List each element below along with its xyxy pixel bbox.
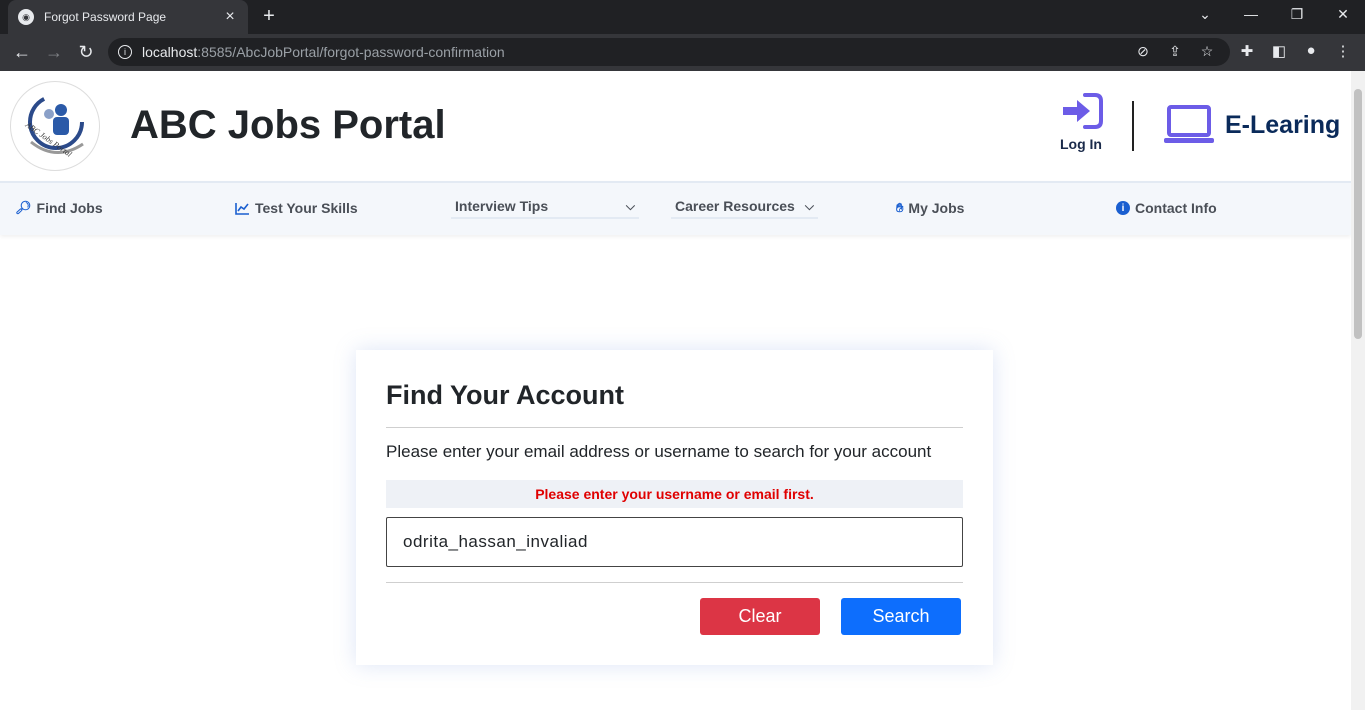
login-button[interactable]: Log In bbox=[1058, 93, 1104, 152]
extensions-icon[interactable]: ✚ bbox=[1237, 42, 1257, 60]
new-tab-icon[interactable]: + bbox=[258, 6, 280, 26]
site-info-icon[interactable]: i bbox=[118, 45, 132, 59]
close-window-icon[interactable]: ✕ bbox=[1333, 6, 1353, 23]
nav-my-jobs[interactable]: ✋︎ My Jobs bbox=[896, 200, 964, 216]
site-title: ABC Jobs Portal bbox=[130, 103, 446, 147]
address-bar[interactable]: i localhost:8585/AbcJobPortal/forgot-pas… bbox=[108, 38, 1230, 66]
nav-find-jobs-label: Find Jobs bbox=[36, 200, 103, 216]
restore-icon[interactable]: ❐ bbox=[1287, 6, 1307, 23]
menu-kebab-icon[interactable]: ⋮ bbox=[1333, 42, 1353, 60]
page-viewport: ABC Jobs Portal ABC Jobs Portal Log In E… bbox=[0, 71, 1351, 710]
nav-find-jobs[interactable]: 🔎︎ Find Jobs bbox=[15, 200, 103, 216]
error-message-box: Please enter your username or email firs… bbox=[386, 480, 963, 508]
card-description: Please enter your email address or usern… bbox=[386, 442, 932, 461]
chevron-down-icon: ⌵ bbox=[625, 198, 635, 213]
career-resources-dropdown[interactable]: Career Resources ⌵ bbox=[671, 195, 818, 219]
search-icon: 🔎︎ bbox=[15, 200, 32, 215]
login-label: Log In bbox=[1060, 136, 1102, 152]
handshake-icon: ✋︎ bbox=[896, 200, 904, 215]
find-account-card: Find Your Account Please enter your emai… bbox=[356, 350, 993, 665]
eye-off-icon[interactable]: ⊘ bbox=[1134, 43, 1152, 60]
back-icon[interactable]: ← bbox=[12, 42, 32, 62]
page-scrollbar[interactable] bbox=[1351, 71, 1365, 710]
laptop-icon[interactable] bbox=[1163, 105, 1215, 145]
nav-my-jobs-label: My Jobs bbox=[908, 200, 965, 216]
chart-line-icon bbox=[235, 202, 249, 215]
browser-tabbar: ◉ Forgot Password Page × + ⌄ — ❐ ✕ bbox=[0, 0, 1365, 34]
url-path: :8585/AbcJobPortal/forgot-password-confi… bbox=[197, 44, 505, 60]
clear-button[interactable]: Clear bbox=[700, 598, 820, 635]
card-divider-bottom bbox=[386, 582, 963, 583]
site-header: ABC Jobs Portal ABC Jobs Portal Log In E… bbox=[0, 71, 1351, 181]
nav-test-skills-label: Test Your Skills bbox=[255, 200, 358, 216]
username-email-input[interactable] bbox=[386, 517, 963, 567]
side-panel-icon[interactable]: ◧ bbox=[1269, 42, 1289, 60]
error-message: Please enter your username or email firs… bbox=[535, 486, 814, 502]
card-title: Find Your Account bbox=[386, 380, 624, 410]
browser-tab[interactable]: ◉ Forgot Password Page × bbox=[8, 0, 248, 34]
reload-icon[interactable]: ↻ bbox=[76, 42, 96, 62]
tab-search-icon[interactable]: ⌄ bbox=[1195, 6, 1215, 23]
profile-icon[interactable]: ● bbox=[1301, 42, 1321, 59]
interview-tips-dropdown[interactable]: Interview Tips ⌵ bbox=[451, 195, 639, 219]
browser-toolbar: ← → ↻ i localhost:8585/AbcJobPortal/forg… bbox=[0, 34, 1365, 71]
bookmark-star-icon[interactable]: ☆ bbox=[1198, 43, 1216, 60]
main-navbar: 🔎︎ Find Jobs Test Your Skills Interview … bbox=[0, 181, 1351, 235]
career-resources-label: Career Resources bbox=[675, 198, 795, 214]
nav-contact-info[interactable]: i Contact Info bbox=[1116, 200, 1217, 216]
nav-test-skills[interactable]: Test Your Skills bbox=[235, 200, 358, 216]
close-tab-icon[interactable]: × bbox=[222, 9, 238, 25]
chevron-down-icon: ⌵ bbox=[804, 198, 814, 213]
search-button[interactable]: Search bbox=[841, 598, 961, 635]
share-icon[interactable]: ⇪ bbox=[1166, 43, 1184, 60]
header-divider bbox=[1132, 101, 1134, 151]
info-icon: i bbox=[1116, 201, 1130, 215]
nav-contact-info-label: Contact Info bbox=[1135, 200, 1217, 216]
site-logo[interactable]: ABC Jobs Portal bbox=[10, 81, 100, 171]
forward-icon[interactable]: → bbox=[44, 42, 64, 62]
url-host: localhost bbox=[142, 44, 198, 60]
tab-title: Forgot Password Page bbox=[44, 10, 167, 24]
scrollbar-thumb[interactable] bbox=[1354, 89, 1362, 339]
logo-graphic-icon: ABC Jobs Portal bbox=[23, 94, 84, 159]
minimize-icon[interactable]: — bbox=[1241, 6, 1261, 22]
interview-tips-label: Interview Tips bbox=[455, 198, 549, 214]
card-divider-top bbox=[386, 427, 963, 428]
site-favicon-icon: ◉ bbox=[18, 9, 34, 25]
login-icon bbox=[1063, 93, 1103, 129]
elearning-link[interactable]: E-Learing bbox=[1225, 111, 1340, 140]
